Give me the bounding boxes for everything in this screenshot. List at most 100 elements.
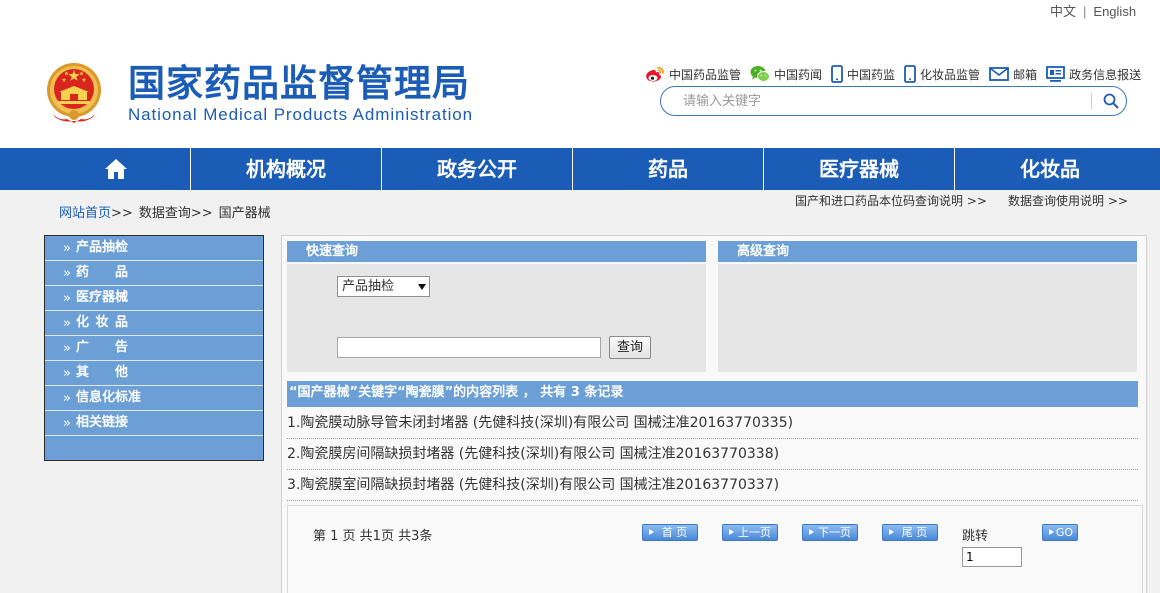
sidebar-item-label: 化 妆 品 — [76, 315, 128, 330]
national-emblem-icon — [47, 63, 101, 123]
sidebar-item-medical-devices[interactable]: 医疗器械 — [45, 286, 263, 311]
double-chevron-icon — [63, 312, 73, 324]
wechat-icon — [750, 66, 771, 82]
query-button[interactable]: 查询 — [609, 336, 651, 359]
next-page-label: 下一页 — [818, 526, 851, 539]
header-link-weibo[interactable]: 中国药品监管 — [645, 64, 741, 84]
site-search-button[interactable] — [1098, 90, 1124, 112]
breadcrumb-current: 国产器械 — [218, 206, 271, 221]
results-summary: “国产器械”关键字“陶瓷膜”的内容列表 ， 共有 3 条记录 — [287, 381, 1138, 407]
site-subtitle: National Medical Products Administration — [128, 105, 473, 124]
header-link-label: 中国药闻 — [774, 67, 823, 82]
quick-search-title: 快速查询 — [287, 241, 706, 262]
header-link-label: 中国药监 — [847, 67, 896, 82]
header-link-label: 政务信息报送 — [1069, 67, 1142, 82]
sidebar-item-advertising[interactable]: 广 告 — [45, 336, 263, 361]
first-page-button[interactable]: 首 页 — [642, 524, 698, 541]
home-icon — [105, 159, 127, 179]
category-select[interactable]: 产品抽检 — [337, 276, 430, 297]
first-page-label: 首 页 — [661, 526, 688, 539]
site-search-box — [660, 86, 1127, 116]
header-link-label: 邮箱 — [1013, 67, 1038, 82]
breadcrumb-item: 数据查询 — [138, 206, 191, 221]
site-header: 中文 | English 国家药品监督管理局 National Medical Pr… — [0, 0, 1160, 148]
sidebar-item-other[interactable]: 其 他 — [45, 361, 263, 386]
dropdown-arrow-icon — [418, 284, 426, 290]
nav-item-drugs[interactable]: 药品 — [573, 148, 763, 190]
mail-icon — [989, 67, 1009, 81]
arrow-right-icon — [809, 529, 814, 535]
sidebar-item-cosmetics[interactable]: 化 妆 品 — [45, 311, 263, 336]
advanced-search-title[interactable]: 高级查询 — [718, 241, 1137, 262]
search-divider — [1091, 93, 1092, 109]
jump-page-input[interactable] — [962, 547, 1022, 567]
last-page-button[interactable]: 尾 页 — [882, 524, 938, 541]
double-chevron-icon — [63, 412, 73, 424]
language-switch: 中文 | English — [1050, 3, 1136, 20]
nav-item-medical-devices[interactable]: 医疗器械 — [764, 148, 954, 190]
breadcrumb-home-link[interactable]: 网站首页 — [59, 206, 111, 221]
weibo-icon — [646, 66, 664, 82]
next-page-button[interactable]: 下一页 — [802, 524, 858, 541]
header-link-mail[interactable]: 邮箱 — [989, 64, 1037, 84]
sidebar-item-label: 信息化标准 — [76, 390, 142, 405]
language-chinese-link[interactable]: 中文 — [1050, 4, 1076, 19]
prev-page-label: 上一页 — [738, 526, 771, 539]
sidebar-item-it-standards[interactable]: 信息化标准 — [45, 386, 263, 411]
advanced-search-panel — [718, 264, 1137, 372]
sidebar-item-drugs[interactable]: 药 品 — [45, 261, 263, 286]
result-item[interactable]: 2.陶瓷膜房间隔缺损封堵器 (先健科技(深圳)有限公司 国械注准20163770… — [287, 439, 1138, 470]
header-link-cosmetics-mobile[interactable]: 化妆品监管 — [904, 64, 980, 84]
sidebar: 产品抽检 药 品 医疗器械 化 妆 品 广 告 其 他 信息化标准 相关链接 — [44, 235, 264, 461]
breadcrumb-separator: >> — [111, 206, 133, 221]
nav-item-organization[interactable]: 机构概况 — [191, 148, 381, 190]
monitor-icon — [1046, 66, 1065, 82]
double-chevron-icon — [63, 362, 73, 374]
nav-item-cosmetics[interactable]: 化妆品 — [955, 148, 1145, 190]
breadcrumb: 网站首页>> 数据查询>> 国产器械 — [59, 205, 271, 222]
result-item[interactable]: 3.陶瓷膜室间隔缺损封堵器 (先健科技(深圳)有限公司 国械注准20163770… — [287, 470, 1138, 501]
sidebar-item-label: 相关链接 — [76, 415, 129, 430]
main-nav: 机构概况 政务公开 药品 医疗器械 化妆品 — [0, 148, 1160, 190]
arrow-right-icon — [729, 529, 734, 535]
go-label: GO — [1055, 526, 1074, 539]
jump-label: 跳转 — [962, 529, 989, 544]
nav-item-home[interactable] — [42, 148, 190, 190]
sidebar-item-label: 产品抽检 — [76, 240, 129, 255]
nav-item-government-affairs[interactable]: 政务公开 — [382, 148, 572, 190]
arrow-right-icon — [889, 529, 894, 535]
site-title: 国家药品监督管理局 — [128, 62, 470, 105]
language-english-link[interactable]: English — [1093, 4, 1136, 19]
double-chevron-icon — [63, 262, 73, 274]
header-link-label: 中国药品监管 — [669, 67, 742, 82]
arrow-right-icon — [1049, 529, 1054, 535]
header-link-info-submission[interactable]: 政务信息报送 — [1046, 64, 1141, 84]
breadcrumb-separator: >> — [190, 206, 213, 221]
header-link-label: 化妆品监管 — [920, 67, 981, 82]
site-search-input[interactable] — [683, 91, 1083, 111]
sidebar-item-label: 药 品 — [76, 265, 128, 280]
go-button[interactable]: GO — [1042, 524, 1078, 541]
double-chevron-icon — [63, 387, 73, 399]
main-panel: 快速查询 产品抽检 查询 高级查询 “国产器械”关键字“陶瓷膜”的内容列表 ， … — [281, 235, 1147, 593]
double-chevron-icon — [63, 237, 73, 249]
language-separator: | — [1083, 4, 1087, 19]
data-query-help-link[interactable]: 数据查询使用说明 >> — [1008, 194, 1128, 209]
sidebar-item-related-links[interactable]: 相关链接 — [45, 411, 263, 436]
header-link-mobile[interactable]: 中国药监 — [831, 64, 895, 84]
search-icon — [1103, 93, 1119, 109]
pagination-info: 第 1 页 共1页 共3条 — [313, 529, 433, 544]
drug-code-help-link[interactable]: 国产和进口药品本位码查询说明 >> — [795, 194, 987, 209]
sidebar-item-product-sampling[interactable]: 产品抽检 — [45, 236, 263, 261]
prev-page-button[interactable]: 上一页 — [722, 524, 778, 541]
header-link-wechat[interactable]: 中国药闻 — [750, 64, 822, 84]
category-select-value: 产品抽检 — [342, 279, 395, 294]
double-chevron-icon — [63, 287, 73, 299]
sidebar-item-label: 广 告 — [76, 340, 128, 355]
last-page-label: 尾 页 — [901, 526, 928, 539]
keyword-input[interactable] — [337, 337, 601, 358]
double-chevron-icon — [63, 337, 73, 349]
result-item[interactable]: 1.陶瓷膜动脉导管未闭封堵器 (先健科技(深圳)有限公司 国械注准2016377… — [287, 408, 1138, 439]
pagination: 第 1 页 共1页 共3条 首 页 上一页 下一页 尾 页 跳转 GO — [287, 505, 1143, 593]
quick-search-panel: 产品抽检 查询 — [287, 264, 706, 372]
